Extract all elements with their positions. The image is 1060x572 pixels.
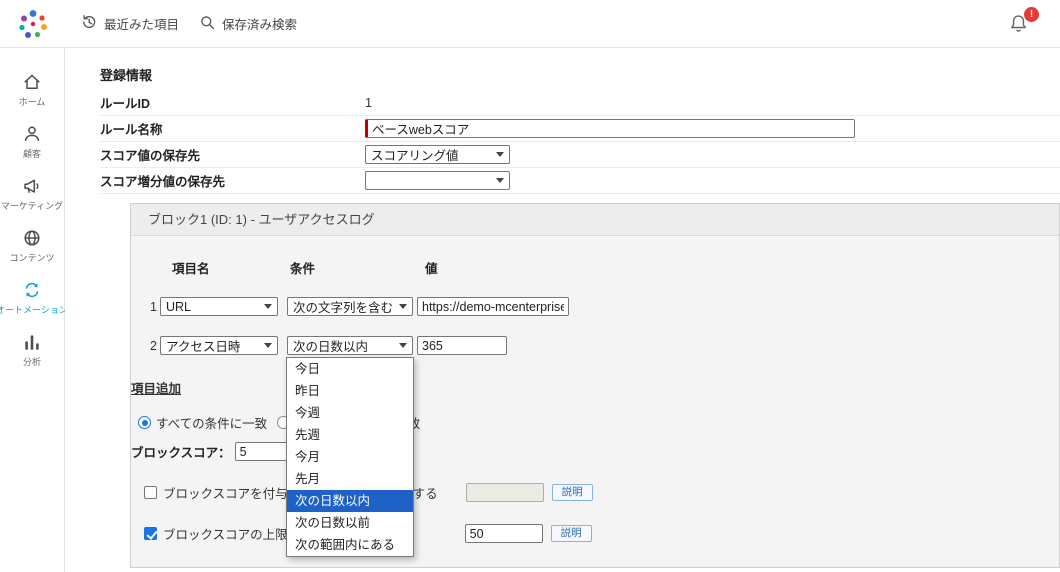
rule-id-value: 1 [365, 95, 372, 110]
column-header-condition: 条件 [290, 262, 316, 276]
option-within-range[interactable]: 次の範囲内にある [287, 534, 413, 556]
grant-limit-row: ブロックスコアを付与する回数の上限を設定する 説明 [144, 483, 1059, 502]
grant-limit-input[interactable] [465, 483, 544, 502]
rule-id-label: ルールID [100, 97, 151, 111]
row-number: 1 [150, 299, 157, 314]
match-all-label: すべての条件に一致 [156, 417, 268, 431]
score-increment-destination-select[interactable] [365, 171, 510, 190]
select-caret-icon [496, 152, 504, 157]
sidebar-item-marketing[interactable]: マーケティング [0, 176, 65, 212]
match-mode-row: すべての条件に一致 いずれかの条件に一致 [138, 413, 1059, 432]
condition-select-1-value: 次の文字列を含む [293, 301, 394, 315]
grant-limit-checkbox[interactable] [144, 486, 157, 499]
block1-panel: ブロック1 (ID: 1) - ユーザアクセスログ 項目名 条件 値 1 URL… [130, 203, 1060, 568]
condition-row-1: 1 URL 次の文字列を含む [150, 297, 1059, 316]
search-icon [199, 14, 216, 34]
topbar: 最近みた項目 保存済み検索 ! [0, 0, 1060, 48]
home-icon [24, 74, 40, 89]
column-header-field: 項目名 [172, 262, 210, 276]
block-score-row: ブロックスコア： [131, 442, 1059, 461]
recent-items-label: 最近みた項目 [104, 18, 180, 32]
score-increment-destination-row: スコア増分値の保存先 [100, 168, 1060, 194]
block-score-label: ブロックスコア： [131, 446, 231, 460]
notification-badge: ! [1024, 6, 1039, 22]
megaphone-icon [24, 179, 39, 193]
description-button-1[interactable]: 説明 [551, 484, 593, 501]
condition-row-2: 2 アクセス日時 次の日数以内 今日 昨日 今週 先週 今月 先月 次の日数以内… [150, 336, 1059, 557]
description-button-2[interactable]: 説明 [550, 525, 592, 542]
option-today[interactable]: 今日 [287, 358, 413, 380]
sidebar-item-label: ホーム [18, 97, 46, 107]
option-within-next-days[interactable]: 次の日数以内 [287, 490, 413, 512]
sidebar-item-content[interactable]: コンテンツ [0, 228, 65, 264]
score-destination-select[interactable]: スコアリング値 [365, 145, 510, 164]
option-before-next-days[interactable]: 次の日数以前 [287, 512, 413, 534]
option-last-month[interactable]: 先月 [287, 468, 413, 490]
history-icon [80, 13, 98, 34]
saved-search-button[interactable]: 保存済み検索 [199, 14, 297, 34]
rule-name-row: ルール名称 [100, 116, 1060, 142]
sidebar-item-label: オートメーション [0, 305, 68, 315]
option-last-week[interactable]: 先週 [287, 424, 413, 446]
block1-body: 項目名 条件 値 1 URL 次の文字列を含む https://demo-mce… [131, 236, 1059, 567]
app-window: 最近みた項目 保存済み検索 ! ホーム 顧客 マーケティング コンテンツ オート… [0, 0, 1060, 572]
sidebar-item-customers[interactable]: 顧客 [0, 124, 65, 160]
score-destination-label: スコア値の保存先 [100, 149, 201, 163]
select-caret-icon [399, 343, 407, 348]
sidebar-item-label: 分析 [22, 357, 41, 367]
upper-limit-input[interactable] [464, 524, 543, 543]
option-this-month[interactable]: 今月 [287, 446, 413, 468]
field-select-1[interactable]: URL [160, 297, 278, 316]
upper-limit-row: ブロックスコアの上限値を設定する 説明 [144, 524, 1059, 543]
score-destination-row: スコア値の保存先 スコアリング値 [100, 142, 1060, 168]
rule-id-row: ルールID 1 [100, 90, 1060, 116]
sidebar: ホーム 顧客 マーケティング コンテンツ オートメーション 分析 [0, 48, 68, 572]
score-destination-value: スコアリング値 [371, 149, 459, 163]
field-select-2-value: アクセス日時 [166, 340, 241, 354]
condition-table-headers: 項目名 条件 値 [172, 258, 1059, 277]
select-caret-icon [264, 343, 272, 348]
condition-select-1[interactable]: 次の文字列を含む [287, 297, 413, 316]
sidebar-item-label: マーケティング [0, 201, 64, 211]
field-select-2[interactable]: アクセス日時 [160, 336, 278, 355]
value-input-2[interactable] [417, 336, 507, 355]
option-this-week[interactable]: 今週 [287, 402, 413, 424]
match-all-radio[interactable] [138, 416, 151, 429]
rule-name-label: ルール名称 [100, 123, 163, 137]
saved-search-label: 保存済み検索 [222, 18, 298, 32]
rule-name-input[interactable] [365, 119, 855, 138]
person-icon [24, 126, 40, 142]
globe-icon [24, 230, 40, 246]
condition-select-2[interactable]: 次の日数以内 [287, 336, 413, 355]
sidebar-item-automation[interactable]: オートメーション [0, 280, 68, 316]
notifications-button[interactable]: ! [1008, 6, 1039, 35]
field-select-1-value: URL [166, 299, 192, 314]
recent-items-button[interactable]: 最近みた項目 [80, 13, 179, 34]
condition-select-2-value: 次の日数以内 [293, 340, 369, 354]
add-item-link[interactable]: 項目追加 [131, 378, 181, 397]
sidebar-item-label: コンテンツ [9, 253, 55, 263]
option-yesterday[interactable]: 昨日 [287, 380, 413, 402]
value-input-1[interactable] [417, 297, 569, 316]
topbar-right: ! [1008, 6, 1039, 35]
app-logo-icon [19, 9, 47, 38]
condition-options-listbox: 今日 昨日 今週 先週 今月 先月 次の日数以内 次の日数以前 次の範囲内にある [286, 357, 414, 557]
condition-select-2-wrap: 次の日数以内 今日 昨日 今週 先週 今月 先月 次の日数以内 次の日数以前 次… [286, 336, 414, 557]
automation-cycle-icon [25, 282, 39, 298]
score-increment-destination-label: スコア増分値の保存先 [100, 175, 226, 189]
main-content: 登録情報 ルールID 1 ルール名称 スコア値の保存先 スコアリング値 スコア増… [65, 48, 1060, 572]
upper-limit-checkbox[interactable] [144, 527, 157, 540]
sidebar-item-home[interactable]: ホーム [0, 72, 65, 108]
bar-chart-icon [25, 335, 39, 350]
select-caret-icon [264, 304, 272, 309]
sidebar-item-analytics[interactable]: 分析 [0, 332, 65, 368]
select-caret-icon [399, 304, 407, 309]
row-number: 2 [150, 338, 157, 353]
column-header-value: 値 [425, 262, 438, 276]
sidebar-item-label: 顧客 [22, 149, 41, 159]
block1-header: ブロック1 (ID: 1) - ユーザアクセスログ [131, 204, 1059, 236]
app-logo[interactable] [16, 7, 50, 41]
section-title: 登録情報 [100, 68, 153, 83]
select-caret-icon [496, 178, 504, 183]
